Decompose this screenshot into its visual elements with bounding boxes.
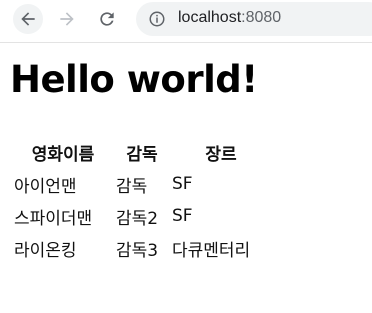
cell-genre: 다큐멘터리	[172, 240, 251, 261]
movie-table: 영화이름 감독 장르 아이언맨 감독 SF 스파이더맨 감독2 SF 라이온킹 …	[11, 135, 273, 265]
arrow-left-icon	[21, 12, 35, 26]
cell-director: 감독3	[116, 240, 159, 261]
url-port: :8080	[241, 9, 282, 26]
header-director: 감독	[126, 144, 158, 165]
back-button[interactable]	[13, 4, 43, 34]
cell-movie-name: 스파이더맨	[14, 208, 93, 229]
header-movie-name: 영화이름	[31, 144, 95, 165]
cell-genre: SF	[172, 206, 193, 226]
header-genre: 장르	[205, 144, 237, 165]
table-row: 아이언맨 감독 SF	[13, 169, 271, 199]
cell-director: 감독2	[116, 208, 159, 229]
page-heading: Hello world!	[10, 58, 258, 101]
table-row: 라이온킹 감독3 다큐멘터리	[13, 233, 271, 263]
cell-movie-name: 아이언맨	[14, 176, 77, 197]
url-host: localhost	[178, 9, 242, 26]
cell-genre: SF	[172, 174, 193, 194]
table-row: 스파이더맨 감독2 SF	[13, 201, 271, 231]
arrow-right-icon	[60, 12, 74, 26]
info-icon[interactable]	[148, 10, 166, 28]
reload-icon	[100, 12, 114, 26]
browser-toolbar: localhost:8080	[0, 0, 372, 43]
cell-movie-name: 라이온킹	[14, 240, 77, 261]
forward-button[interactable]	[52, 4, 82, 34]
reload-button[interactable]	[92, 4, 122, 34]
address-bar[interactable]: localhost:8080	[136, 2, 372, 36]
cell-director: 감독	[116, 176, 148, 197]
table-header-row: 영화이름 감독 장르	[13, 137, 271, 167]
url-text[interactable]: localhost:8080	[178, 9, 281, 27]
